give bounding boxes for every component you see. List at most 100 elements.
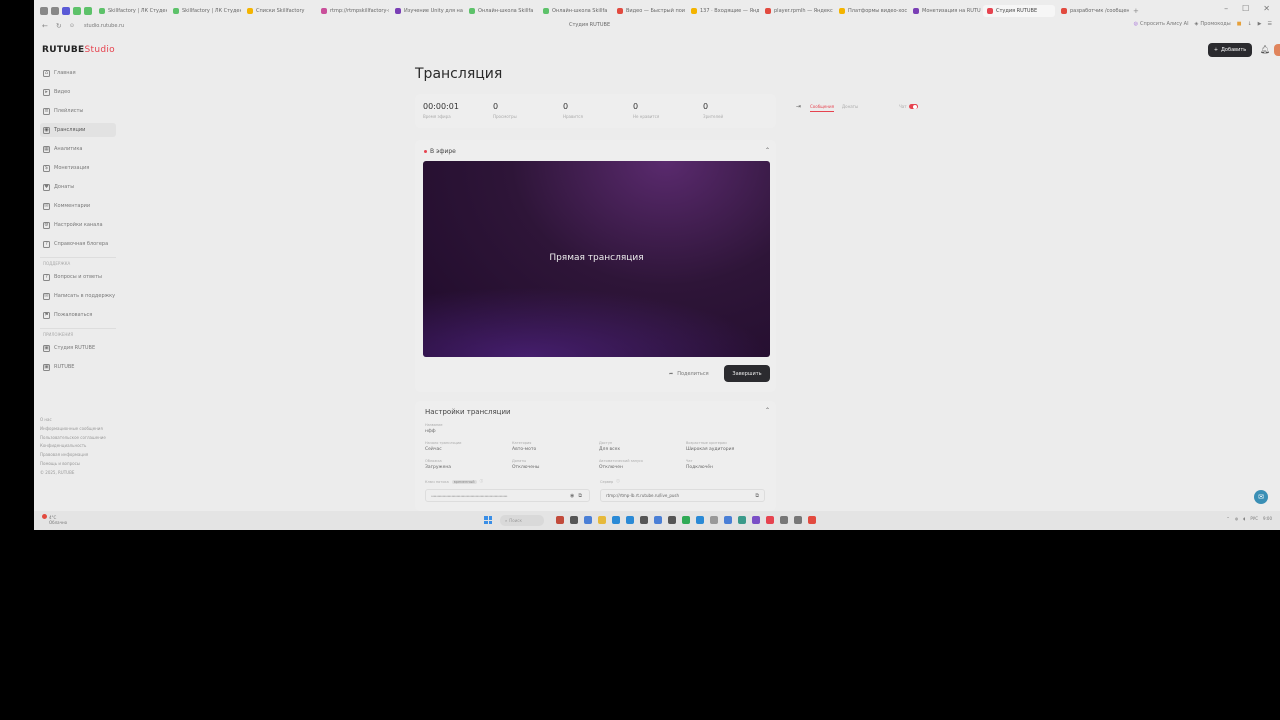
taskbar-app-icon[interactable]	[710, 516, 718, 524]
add-button[interactable]: + Добавить	[1208, 43, 1252, 57]
browser-tab[interactable]: Монетизация на RUTUBE	[909, 5, 981, 17]
sidebar-item[interactable]: ≡ Плейлисты	[40, 104, 116, 118]
browser-tab[interactable]: Онлайн-школа Skillfa	[539, 5, 611, 17]
bell-icon[interactable]: 🔔︎	[1260, 45, 1270, 54]
sidebar-item[interactable]: ▣ RUTUBE	[40, 360, 116, 374]
taskbar-app-icon[interactable]	[556, 516, 564, 524]
browser-tab[interactable]: Изучение Unity для нач	[391, 5, 463, 17]
taskbar-app-icon[interactable]	[766, 516, 774, 524]
language-indicator[interactable]: РУС	[1250, 516, 1258, 521]
eye-icon[interactable]: ◉	[570, 493, 574, 499]
footer-link[interactable]: Информационные сообщения	[40, 425, 120, 434]
support-chat-icon[interactable]: ✉	[1254, 490, 1268, 504]
browser-tab[interactable]: player.rpmlh — Яндекс	[761, 5, 833, 17]
taskbar-app-icon[interactable]	[724, 516, 732, 524]
sidebar-item[interactable]: $ Монетизация	[40, 161, 116, 175]
footer-link[interactable]: Конфиденциальность	[40, 442, 120, 451]
browser-tab[interactable]: 137 · Входящие — Яндек	[687, 5, 759, 17]
taskbar-app-icon[interactable]	[682, 516, 690, 524]
sidebar-item[interactable]: ✉ Комментарии	[40, 199, 116, 213]
sidebar-item[interactable]: ▸ Видео	[40, 85, 116, 99]
finish-broadcast-button[interactable]: Завершить	[724, 365, 770, 382]
sidebar-item[interactable]: ⚑ Пожаловаться	[40, 308, 116, 322]
url-field[interactable]: studio.rutube.ru	[84, 23, 124, 29]
footer-link[interactable]: О нас	[40, 416, 120, 425]
promo-button[interactable]: ◈ Промокоды	[1195, 21, 1231, 27]
extension-icon[interactable]: ■	[1237, 21, 1242, 27]
sidebar-item[interactable]: ◉ Трансляции	[40, 123, 116, 137]
server-field[interactable]: rtmp://rtmp-lb.rt.rutube.ru/live_push ⧉	[600, 489, 765, 502]
collapse-panel-icon[interactable]: ⇥	[796, 103, 801, 110]
stream-key-field[interactable]: ••••••••••••••••••••••••••••••••••••••••…	[425, 489, 590, 502]
browser-tab[interactable]: Онлайн-школа Skillfa	[465, 5, 537, 17]
taskbar-app-icon[interactable]	[780, 516, 788, 524]
footer-link[interactable]: Пользовательское соглашение	[40, 434, 120, 443]
browser-tab[interactable]: Студия RUTUBE	[983, 5, 1055, 17]
chevron-up-icon[interactable]: ⌃	[765, 147, 770, 154]
sidebar-item[interactable]: ? Справочная блогера	[40, 237, 116, 251]
taskbar-app-icon[interactable]	[696, 516, 704, 524]
menu-icon[interactable]: ☰	[1268, 21, 1272, 27]
chevron-up-icon[interactable]: ⌃	[1226, 516, 1229, 521]
taskbar-app-icon[interactable]	[654, 516, 662, 524]
tab-donations[interactable]: Донаты	[842, 104, 858, 112]
volume-icon[interactable]: ◖	[1243, 516, 1245, 521]
taskbar-app-icon[interactable]	[738, 516, 746, 524]
taskbar-app-icon[interactable]	[668, 516, 676, 524]
browser-tab[interactable]: Списки Skillfactory	[243, 5, 315, 17]
minimize-icon[interactable]: –	[1224, 4, 1228, 13]
browser-tab[interactable]: Skillfactory | ЛК Студента	[169, 5, 241, 17]
clock[interactable]: 9:00	[1263, 516, 1272, 521]
sidebar-item[interactable]: ▦ Аналитика	[40, 142, 116, 156]
browser-tab[interactable]: Видео — Быстрый поис	[613, 5, 685, 17]
footer-link[interactable]: Правовая информация	[40, 451, 120, 460]
taskbar-app-icon[interactable]	[752, 516, 760, 524]
back-icon[interactable]: ←	[42, 22, 48, 30]
copy-icon[interactable]: ⧉	[755, 493, 759, 499]
taskbar-app-icon[interactable]	[808, 516, 816, 524]
media-icon[interactable]: ▶	[1258, 21, 1262, 27]
sidebar-item[interactable]: ⚙ Настройки канала	[40, 218, 116, 232]
taskbar-app-icon[interactable]	[584, 516, 592, 524]
taskbar-app-icon[interactable]	[598, 516, 606, 524]
copy-icon[interactable]: ⧉	[578, 493, 582, 499]
ask-ai-button[interactable]: ◎ Спросить Алису AI	[1134, 21, 1189, 27]
taskbar-search[interactable]: ⌕ Поиск	[500, 515, 544, 526]
video-player[interactable]: Прямая трансляция	[423, 161, 770, 357]
tab-messages[interactable]: Сообщения	[810, 104, 835, 112]
chevron-up-icon[interactable]: ⌃	[765, 407, 770, 414]
share-button[interactable]: ➦ Поделиться	[669, 367, 709, 381]
taskbar-app-icon[interactable]	[570, 516, 578, 524]
close-icon[interactable]: ✕	[1263, 4, 1270, 13]
sidebar-item[interactable]: ▣ Студия RUTUBE	[40, 341, 116, 355]
tab-back-icon[interactable]	[51, 7, 59, 15]
download-icon[interactable]: ↓	[1247, 21, 1251, 27]
taskbar-app-icon[interactable]	[640, 516, 648, 524]
tab-overview-icon[interactable]	[40, 7, 48, 15]
chat-toggle[interactable]	[908, 104, 918, 109]
windows-start-icon[interactable]	[484, 516, 492, 524]
taskbar-app-icon[interactable]	[626, 516, 634, 524]
rutube-studio-logo[interactable]: RUTUBEStudio	[42, 45, 115, 55]
sidebar-item[interactable]: ♥ Донаты	[40, 180, 116, 194]
reload-icon[interactable]: ↻	[56, 22, 62, 30]
browser-tab[interactable]: разработчик /сообщени	[1057, 5, 1129, 17]
sidebar-item[interactable]: ? Вопросы и ответы	[40, 270, 116, 284]
taskbar-app-icon[interactable]	[794, 516, 802, 524]
pinned-tab-icon[interactable]	[73, 7, 81, 15]
weather-widget[interactable]: 4°C Облачно	[42, 514, 67, 525]
pinned-tab-icon[interactable]	[84, 7, 92, 15]
sidebar-item[interactable]: ⌂ Главная	[40, 66, 116, 80]
avatar[interactable]	[1274, 44, 1280, 56]
maximize-icon[interactable]: ☐	[1242, 4, 1249, 13]
pinned-tab-icon[interactable]	[62, 7, 70, 15]
new-tab-icon[interactable]: +	[1133, 7, 1139, 15]
browser-tab[interactable]: rtmp://rtmpskillfactory-salar	[317, 5, 389, 17]
info-icon[interactable]: ⓘ	[616, 479, 620, 484]
browser-tab[interactable]: Платформы видео-хостин	[835, 5, 907, 17]
browser-tab[interactable]: Skillfactory | ЛК Студента	[95, 5, 167, 17]
network-icon[interactable]: ◍	[1235, 516, 1239, 521]
taskbar-app-icon[interactable]	[612, 516, 620, 524]
sidebar-item[interactable]: ✉ Написать в поддержку	[40, 289, 116, 303]
footer-link[interactable]: Помощь и вопросы	[40, 460, 120, 469]
